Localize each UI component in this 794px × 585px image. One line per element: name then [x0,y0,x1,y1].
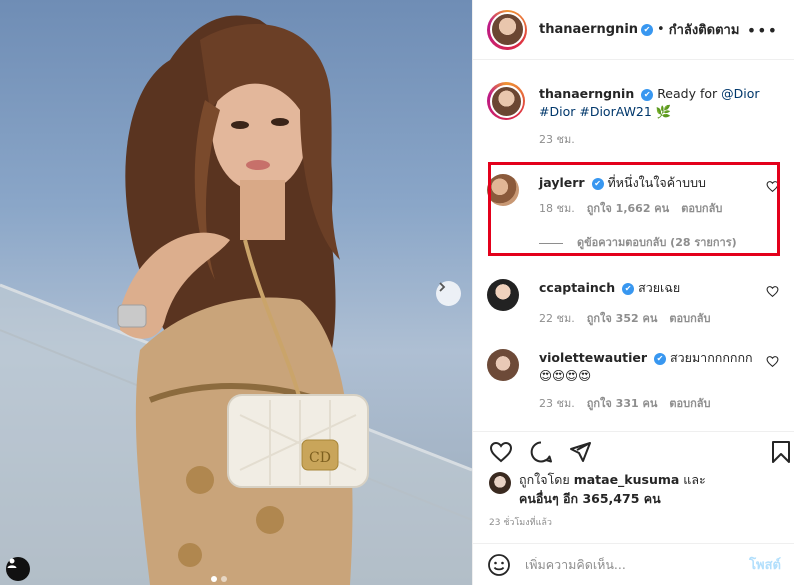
commenter-username[interactable]: ccaptainch [539,280,615,295]
caption-avatar[interactable] [487,82,525,120]
caption: thanaerngnin ✔ Ready for @Dior #Dior #Di… [487,82,787,162]
post-header: thanaerngnin ✔ • กำลังติดตาม ••• [473,0,794,60]
caption-time[interactable]: 23 ชม. [539,131,575,149]
caption-username[interactable]: thanaerngnin [539,86,634,101]
comment-highlight-box [488,162,780,256]
liked-by-prefix: ถูกใจโดย [519,472,574,487]
hashtag-link[interactable]: #Dior [539,104,575,119]
comment-item: ccaptainch ✔ สวยเฉย 22 ชม. ถูกใจ 352 คน … [487,279,787,339]
comment-time[interactable]: 23 ชม. [539,395,575,413]
action-bar [473,431,794,471]
comment-item: violettewautier ✔ สวยมากกกกกก 😍😍😍😍 23 ชม… [487,349,787,429]
reply-button[interactable]: ตอบกลับ [669,310,710,328]
post-time-ago[interactable]: 23 ชั่วโมงที่แล้ว [489,515,552,529]
carousel-dot [221,576,227,582]
save-bookmark-icon[interactable] [769,440,793,464]
photo-illustration: CD [0,15,472,585]
commenter-username[interactable]: violettewautier [539,350,647,365]
post-photo[interactable]: CD [0,0,472,585]
comment-input[interactable] [525,557,750,572]
liked-by-conj: และ [679,472,706,487]
verified-badge-icon: ✔ [653,352,666,365]
commenter-avatar[interactable] [487,279,519,311]
carousel-dots [211,576,227,582]
leaf-emoji: 🌿 [655,104,672,119]
comment-text: สวยมากกกกกก [669,350,753,365]
verified-badge-icon: ✔ [641,88,654,101]
post-comment-button[interactable]: โพสต์ [749,554,781,575]
liked-by: ถูกใจโดย matae_kusuma และ คนอื่นๆ อีก 36… [487,470,787,510]
author-avatar[interactable] [487,9,527,50]
like-heart-icon[interactable] [489,440,513,464]
comment-likes[interactable]: ถูกใจ 331 คน [587,395,658,413]
emoji-smiley-icon[interactable] [487,553,511,577]
svg-text:CD: CD [309,450,331,466]
like-comment-heart-icon[interactable] [766,355,779,368]
liker-avatar[interactable] [489,472,511,494]
comment-emoji: 😍😍😍😍 [539,368,592,383]
others-likes-link[interactable]: คนอื่นๆ อีก 365,475 คน [519,491,661,506]
reply-button[interactable]: ตอบกลับ [669,395,710,413]
like-comment-heart-icon[interactable] [766,285,779,298]
comment-time[interactable]: 22 ชม. [539,310,575,328]
commenter-avatar[interactable] [487,349,519,381]
add-comment-bar: โพสต์ [473,543,794,585]
liker-username[interactable]: matae_kusuma [574,472,680,487]
share-send-icon[interactable] [568,440,592,464]
next-image-button[interactable] [436,281,461,306]
hashtag-link[interactable]: #DiorAW21 [579,104,652,119]
mention-link[interactable]: @Dior [721,86,759,101]
tagged-users-button[interactable] [6,557,30,581]
verified-badge-icon: ✔ [622,282,635,295]
chevron-right-icon [439,282,446,292]
following-button[interactable]: กำลังติดตาม [669,19,740,40]
post-panel: thanaerngnin ✔ • กำลังติดตาม ••• thanaer… [472,0,794,585]
author-username[interactable]: thanaerngnin [539,22,638,37]
comment-text: สวยเฉย [638,280,681,295]
carousel-dot [211,576,217,582]
comment-likes[interactable]: ถูกใจ 352 คน [587,310,658,328]
more-options-icon[interactable]: ••• [747,21,778,40]
comment-bubble-icon[interactable] [529,440,553,464]
person-icon [7,558,17,568]
caption-text: Ready for [657,86,722,101]
header-separator: • [657,22,665,37]
verified-badge-icon: ✔ [641,23,654,36]
